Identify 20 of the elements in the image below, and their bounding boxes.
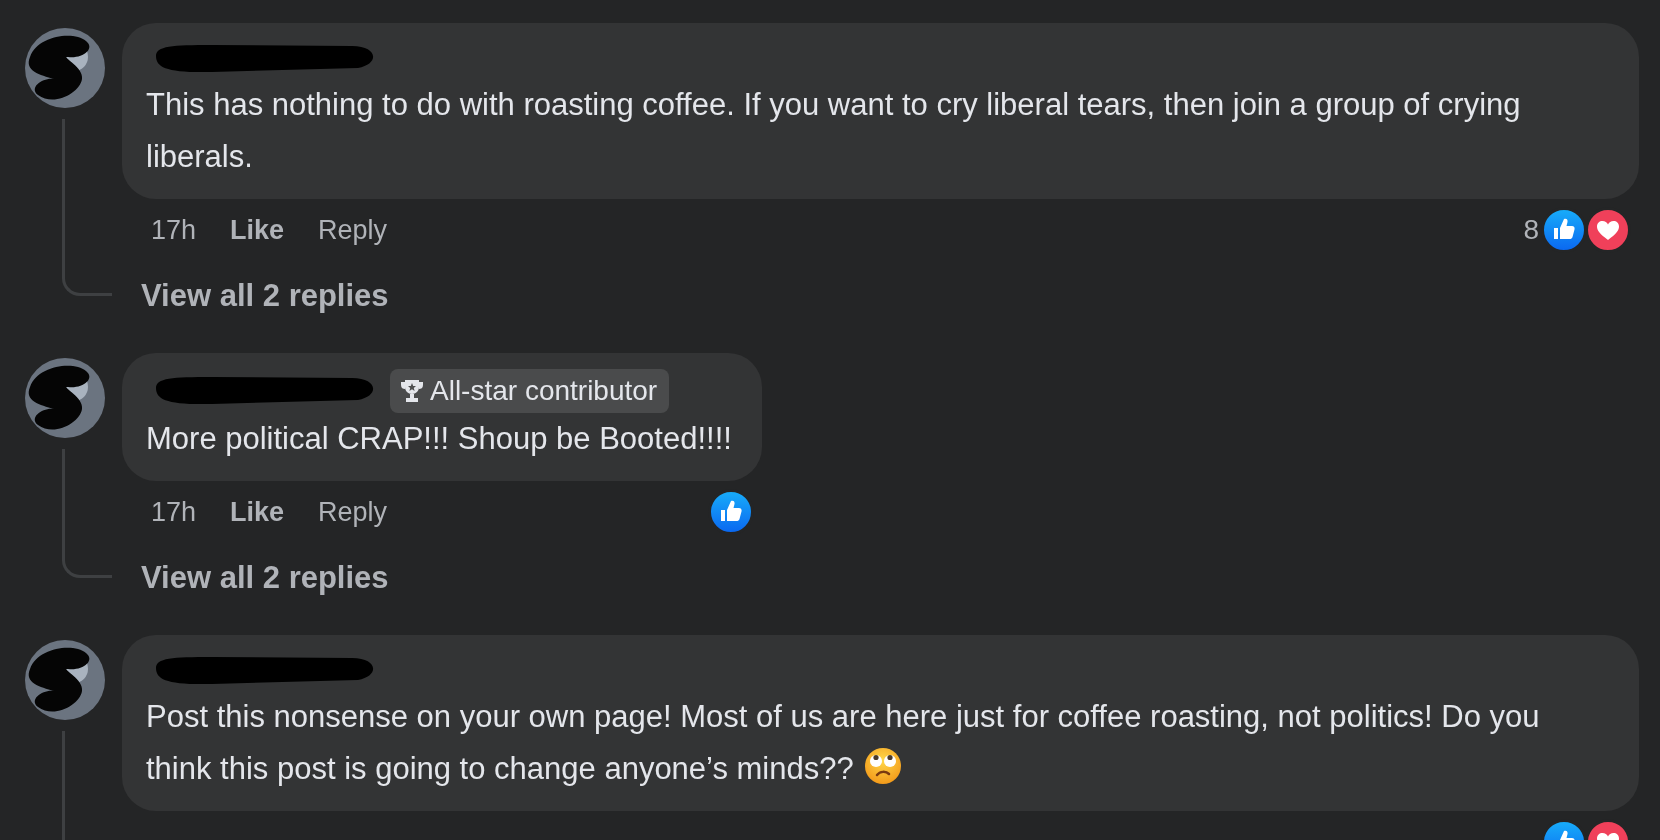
like-link[interactable]: Like [230,496,285,528]
thumbs-up-icon[interactable] [1541,207,1587,253]
view-replies-link[interactable]: View all 2 replies [141,261,389,331]
view-replies-link[interactable]: View all 2 replies [141,543,389,613]
comment-text: Post this nonsense on your own page! Most of us are here just for coffee roasting, not politics! Do you think this post is going to change anyone’s minds?? [146,699,1540,786]
contributor-badge: All-star contributor [390,369,670,413]
reply-link[interactable]: Reply [318,214,388,246]
redacted-avatar[interactable] [24,27,106,109]
thread-connector [62,543,112,578]
reply-link[interactable]: Reply [318,496,388,528]
comment-time[interactable]: 17h [151,214,197,246]
comment-text: This has nothing to do with roasting coffee. If you want to cry liberal tears, then join a group of crying liberals. [146,87,1521,174]
trophy-icon [400,378,424,404]
redacted-avatar[interactable] [24,357,106,439]
comment-time[interactable]: 17h [151,496,197,528]
redacted-avatar[interactable] [24,639,106,721]
reaction-count[interactable]: 8 [1523,214,1539,246]
comment-text: More political CRAP!!! Shoup be Booted!!!! [146,421,732,456]
like-link[interactable]: Like [230,214,285,246]
thread-connector [62,261,112,296]
